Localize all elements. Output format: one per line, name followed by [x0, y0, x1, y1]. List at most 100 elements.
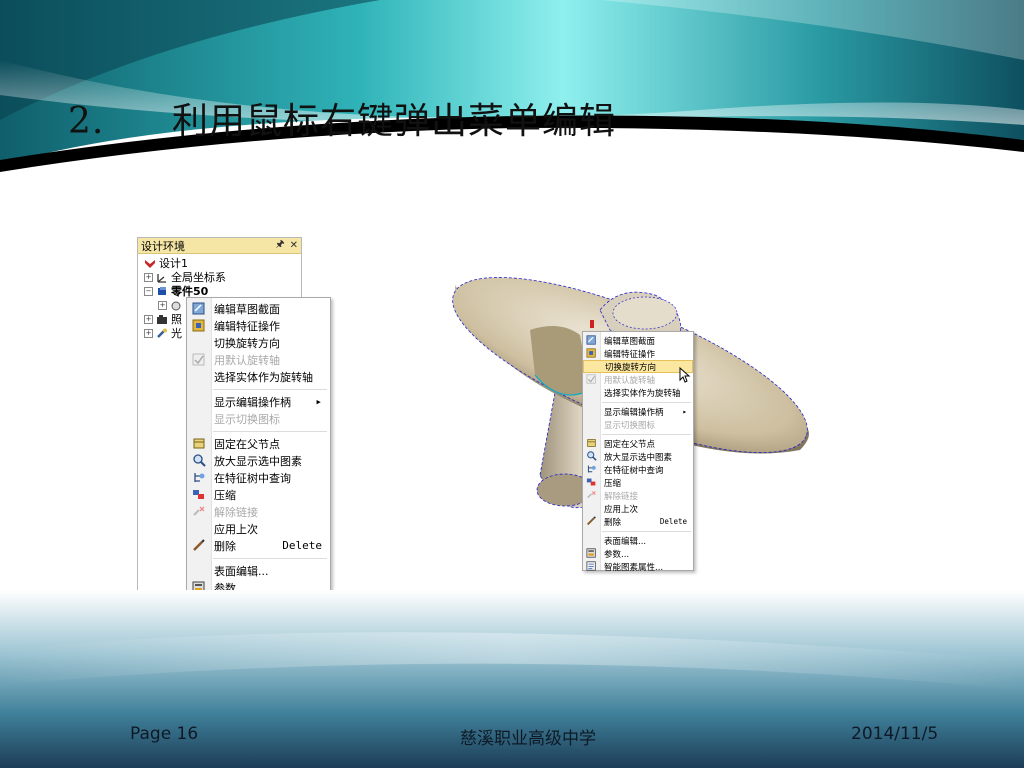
menu-item[interactable]: 智能图素属性... [583, 560, 693, 573]
menu-separator [602, 402, 691, 403]
menu-item[interactable]: 解除链接 [187, 503, 330, 520]
menu-item-label: 编辑特征操作 [214, 319, 280, 333]
menu-item-label: 在特征树中查询 [604, 465, 664, 476]
menu-item[interactable]: 切换旋转方向 [187, 334, 330, 351]
tree-item-light[interactable]: + 光 [144, 326, 182, 340]
menu-item[interactable]: 表面编辑... [187, 562, 330, 579]
submenu-arrow-icon: ▸ [682, 407, 687, 416]
menu-item[interactable]: 在特征树中查询 [187, 469, 330, 486]
menu-item-label: 解除链接 [604, 491, 639, 502]
menu-separator [213, 431, 327, 432]
expand-icon[interactable]: + [144, 272, 153, 282]
footer-page-number: Page 16 [130, 724, 199, 744]
menu-item[interactable]: 用默认旋转轴 [583, 373, 693, 386]
tree-item-design[interactable]: 设计1 [144, 256, 188, 270]
unlink-icon [192, 505, 206, 518]
menu-item[interactable]: 选择实体作为旋转轴 [187, 368, 330, 385]
menu-item[interactable]: 固定在父节点 [583, 437, 693, 450]
delete-icon [192, 539, 206, 552]
menu-item[interactable]: 参数... [583, 547, 693, 560]
pin-icon[interactable]: 🖈︎ [275, 237, 284, 254]
light-icon [157, 328, 167, 338]
menu-separator [602, 531, 691, 532]
check-icon [192, 353, 206, 366]
menu-item-label: 应用上次 [604, 504, 639, 515]
menu-item[interactable]: 表面编辑... [583, 534, 693, 547]
feature-icon [171, 301, 181, 310]
tree-item-camera[interactable]: + 照 [144, 312, 182, 326]
delete-icon [586, 516, 597, 526]
menu-separator [213, 558, 327, 559]
properties-icon [586, 561, 597, 571]
menu-item[interactable]: 选择实体作为旋转轴 [583, 386, 693, 399]
collapse-icon[interactable]: − [144, 286, 153, 296]
tree-item-feature[interactable]: + [158, 298, 185, 312]
menu-item[interactable]: 解除链接 [583, 489, 693, 502]
menu-item[interactable]: 编辑特征操作 [583, 347, 693, 360]
suppress-icon [586, 477, 597, 487]
parameters-icon [586, 548, 597, 558]
menu-item-label: 切换旋转方向 [214, 336, 280, 350]
menu-item-label: 显示切换图标 [214, 412, 280, 426]
menu-item[interactable]: 显示切换图标 [583, 418, 693, 431]
menu-item[interactable]: 显示编辑操作柄 ▸ [583, 405, 693, 418]
zoom-icon [586, 451, 597, 461]
menu-item[interactable]: 显示切换图标 [187, 410, 330, 427]
tree-item-label: 光 [171, 327, 182, 340]
menu-item[interactable]: 在特征树中查询 [583, 463, 693, 476]
menu-separator [602, 434, 691, 435]
menu-item-label: 在特征树中查询 [214, 471, 291, 485]
menu-item[interactable]: 编辑草图截面 [187, 300, 330, 317]
edit-feature-icon [586, 348, 597, 358]
menu-item[interactable]: 应用上次 [583, 502, 693, 515]
menu-item[interactable]: 编辑草图截面 [583, 334, 693, 347]
tree-item-part[interactable]: − 零件50 [144, 284, 208, 298]
menu-item[interactable]: 压缩 [187, 486, 330, 503]
menu-item[interactable]: 删除 Delete [187, 537, 330, 554]
footer-school-name: 慈溪职业高级中学 [460, 729, 596, 749]
footer-date: 2014/11/5 [851, 724, 939, 744]
tree-item-global-axis[interactable]: + 全局坐标系 [144, 270, 226, 284]
menu-item-label: 删除 [604, 517, 622, 528]
menu-item-label: 选择实体作为旋转轴 [604, 388, 681, 399]
tree-search-icon [192, 471, 206, 484]
pin-parent-icon [192, 437, 206, 450]
menu-item[interactable]: 删除 Delete [583, 515, 693, 528]
menu-item-label: 参数... [604, 549, 630, 560]
menu-item[interactable]: 固定在父节点 [187, 435, 330, 452]
mouse-cursor-icon [679, 367, 691, 383]
menu-item-label: 放大显示选中图素 [604, 452, 673, 463]
expand-icon[interactable]: + [144, 328, 153, 338]
edit-feature-icon [192, 319, 206, 332]
expand-icon[interactable]: + [158, 300, 167, 310]
menu-item-label: 应用上次 [214, 522, 258, 536]
menu-item-label: 编辑草图截面 [604, 336, 656, 347]
menu-item-shortcut: Delete [282, 539, 322, 552]
context-menu-small: 编辑草图截面 编辑特征操作 切换旋转方向 用默认旋转轴 选择实体作为旋转轴 显示编辑操作柄… [582, 331, 694, 573]
menu-item-label: 解除链接 [214, 505, 258, 519]
menu-item[interactable]: 压缩 [583, 476, 693, 489]
menu-item-label: 显示编辑操作柄 [604, 407, 664, 418]
menu-item-label: 用默认旋转轴 [604, 375, 656, 386]
axis-icon [157, 273, 166, 283]
menu-item-label: 压缩 [214, 488, 236, 502]
menu-item-label: 固定在父节点 [604, 439, 656, 450]
panel-title: 设计环境 [141, 239, 185, 253]
menu-item[interactable]: 放大显示选中图素 [583, 450, 693, 463]
menu-item[interactable]: 切换旋转方向 [583, 360, 693, 373]
expand-icon[interactable]: + [144, 314, 153, 324]
menu-item[interactable]: 放大显示选中图素 [187, 452, 330, 469]
submenu-arrow-icon: ▸ [315, 395, 322, 408]
slide-title: 2. 利用鼠标右键弹出菜单编辑 [68, 92, 616, 144]
title-text: 利用鼠标右键弹出菜单编辑 [172, 101, 617, 142]
menu-item[interactable]: 编辑特征操作 [187, 317, 330, 334]
close-icon[interactable]: ✕ [290, 240, 298, 251]
menu-item[interactable]: 用默认旋转轴 [187, 351, 330, 368]
menu-item[interactable]: 显示编辑操作柄 ▸ [187, 393, 330, 410]
menu-item-label: 固定在父节点 [214, 437, 280, 451]
menu-item-label: 切换旋转方向 [605, 362, 657, 373]
menu-item-label: 删除 [214, 539, 236, 553]
unlink-icon [586, 490, 597, 500]
menu-item[interactable]: 应用上次 [187, 520, 330, 537]
edit-sketch-icon [192, 302, 206, 315]
